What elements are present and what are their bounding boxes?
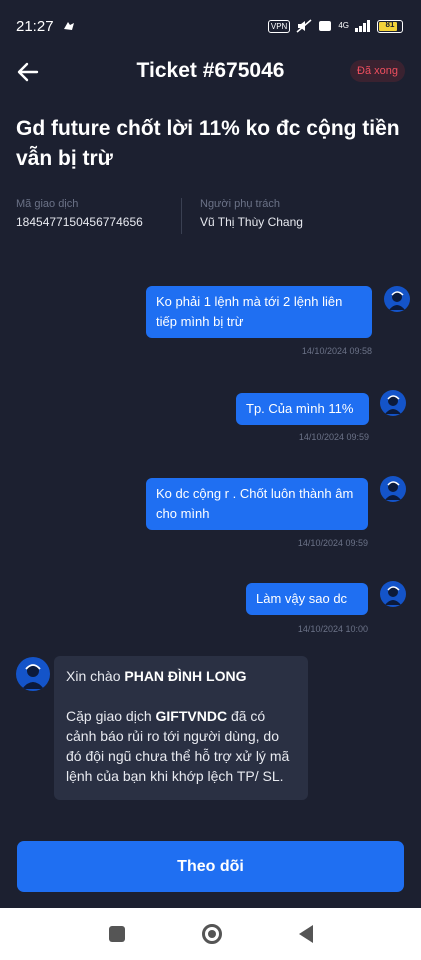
transaction-id-label: Mã giao dịch [16,198,79,210]
transaction-id-value: 1845477150456774656 [16,215,143,229]
mute-icon [296,19,312,33]
message-time: 14/10/2024 09:58 [301,346,372,356]
message-time: 14/10/2024 09:59 [297,538,368,548]
agent-message-bubble: Xin chào PHAN ĐÌNH LONG Cặp giao dịch GI… [54,656,308,800]
vpn-icon: VPN [267,19,291,33]
message-time: 14/10/2024 09:59 [298,432,369,442]
home-button[interactable] [201,924,222,944]
sim-icon [319,21,332,31]
user-avatar [384,286,410,312]
battery-level: 81 [385,19,395,29]
agent-message-body: Cặp giao dịch GIFTVNDC đã có cảnh báo rủ… [66,706,296,786]
trading-pair: GIFTVNDC [155,708,228,724]
agent-body-prefix: Cặp giao dịch [66,708,152,724]
user-avatar [380,390,406,416]
message-bubble: Tp. Của mình 11% [236,393,369,425]
battery-icon: 81 [377,19,403,33]
message-bubble: Ko phải 1 lệnh mà tới 2 lệnh liên tiếp m… [146,286,372,338]
signal-icon [355,20,370,32]
user-avatar [380,476,406,502]
system-back-button[interactable] [298,925,313,943]
message-time: 14/10/2024 10:00 [297,624,368,634]
assignee-block: Người phụ trách Vũ Thị Thùy Chang [181,198,346,234]
follow-button[interactable]: Theo dõi [17,841,404,892]
message-bubble: Ko dc cộng r . Chốt luôn thành âm cho mì… [146,478,368,530]
user-avatar-icon [385,586,401,605]
message-bubble: Làm vậy sao dc [246,583,368,615]
user-avatar-icon [385,481,401,500]
customer-name: PHAN ĐÌNH LONG [124,668,247,684]
status-time: 21:27 [16,17,54,35]
ticket-subject: Gd future chốt lời 11% ko đc cộng tiền v… [16,117,400,170]
agent-avatar-icon [22,664,44,689]
assignee-value: Vũ Thị Thùy Chang [200,215,303,229]
network-type: 4G [338,21,349,30]
agent-greeting-line: Xin chào PHAN ĐÌNH LONG [66,666,296,686]
status-badge: Đã xong [350,60,405,82]
notification-icon [63,22,74,30]
agent-avatar [16,657,50,691]
agent-greeting: Xin chào [66,668,121,684]
status-bar: 21:27 VPN 4G 81 [0,0,421,52]
ticket-meta: Mã giao dịch 1845477150456774656 Người p… [16,198,406,234]
user-avatar-icon [385,395,401,414]
user-avatar-icon [389,291,405,310]
assignee-label: Người phụ trách [200,198,281,210]
recent-apps-button[interactable] [108,926,125,942]
transaction-id-block: Mã giao dịch 1845477150456774656 [16,198,181,234]
user-avatar [380,581,406,607]
app-header: Ticket #675046 Đã xong [0,52,421,92]
system-nav-bar [0,908,421,960]
